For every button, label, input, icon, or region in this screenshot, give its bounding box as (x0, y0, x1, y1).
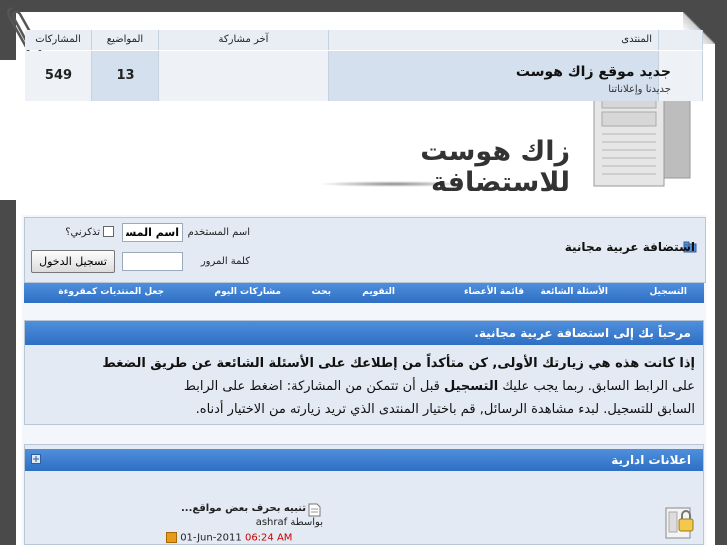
forum-name-link[interactable]: جديد موقع زاك هوست (516, 64, 671, 80)
welcome-line3: السابق للتسجيل. لبدء مشاهدة الرسائل, قم … (195, 402, 695, 417)
menu-register[interactable]: التسجيل (650, 287, 688, 297)
menu-mark-read[interactable]: جعل المنتديات كمقروءة (58, 287, 164, 297)
password-label: كلمة المرور (200, 256, 250, 267)
password-input[interactable] (122, 252, 183, 271)
page-edge (0, 60, 16, 200)
menu-members[interactable]: قائمة الأعضاء (464, 287, 524, 297)
welcome-header: مرحباً بك إلى استضافة عربية مجانية. (25, 321, 703, 345)
login-button[interactable]: تسجيل الدخول (31, 250, 115, 273)
welcome-box: مرحباً بك إلى استضافة عربية مجانية. إذا … (24, 320, 704, 425)
username-label: اسم المستخدم (187, 227, 250, 238)
register-link[interactable]: التسجيل (444, 379, 498, 394)
posts-count: 549 (44, 68, 73, 83)
last-post-by-label: بواسطة (290, 517, 323, 528)
navbar-menu: التسجيل الأسئلة الشائعة قائمة الأعضاء ال… (24, 283, 704, 303)
welcome-title: مرحباً بك إلى استضافة عربية مجانية. (474, 326, 691, 340)
welcome-line2-b: قبل أن تتمكن من المشاركة: اضغط على الراب… (183, 379, 440, 394)
menu-faq[interactable]: الأسئلة الشائعة (541, 287, 609, 297)
column-posts: المشاركات (25, 30, 92, 50)
welcome-text: إذا كانت هذه هي زيارتك الأولى, كن متأكدا… (45, 352, 695, 421)
forum-category: اعلانات ادارية (24, 444, 704, 545)
last-post-title-link[interactable]: تنبيه بحرف بعض مواقع... (181, 503, 306, 514)
forum-status-icon (665, 507, 694, 539)
forum-description: جديدنا وإعلاناتنا (608, 84, 671, 95)
column-forum: المنتدى (329, 30, 659, 50)
last-post-cell (159, 51, 329, 101)
threads-count: 13 (116, 68, 135, 83)
column-last-post: آخر مشاركة (159, 30, 329, 50)
last-post-date: 01-Jun-2011 (180, 532, 242, 544)
go-to-post-icon[interactable] (166, 532, 177, 543)
category-title[interactable]: اعلانات ادارية (611, 453, 691, 467)
last-post-author: بواسطة ashraf (256, 517, 323, 528)
collapse-icon[interactable] (31, 454, 41, 464)
navbar-title[interactable]: استضافة عربية مجانية (565, 240, 695, 254)
faq-link[interactable]: الأسئلة الشائعة (216, 356, 314, 371)
last-post-user-link[interactable]: ashraf (256, 517, 287, 528)
welcome-line1-a: إذا كانت هذه هي زيارتك الأولى, كن متأكدا… (318, 356, 695, 371)
last-post-time: 06:24 AM (244, 532, 293, 544)
menu-todays-posts[interactable]: مشاركات اليوم (215, 287, 281, 297)
username-input[interactable] (122, 223, 183, 242)
column-threads: المواضيع (92, 30, 159, 50)
category-header: اعلانات ادارية (25, 449, 703, 471)
column-status (659, 30, 703, 50)
welcome-line1-b: عن طريق الضغط (102, 356, 213, 371)
post-document-icon (308, 503, 321, 517)
menu-search[interactable]: بحث (312, 287, 331, 297)
remember-me-label: تذكرني؟ (65, 227, 100, 238)
logo-shadow (318, 181, 468, 187)
remember-me-checkbox[interactable] (103, 226, 114, 237)
welcome-line2-a: على الرابط السابق. ربما يجب عليك (502, 379, 695, 394)
site-logo-text[interactable]: زاك هوست للاستضافة (330, 136, 570, 198)
last-post-datetime: 01-Jun-2011 06:24 AM (166, 532, 292, 544)
menu-calendar[interactable]: التقويم (362, 287, 395, 297)
